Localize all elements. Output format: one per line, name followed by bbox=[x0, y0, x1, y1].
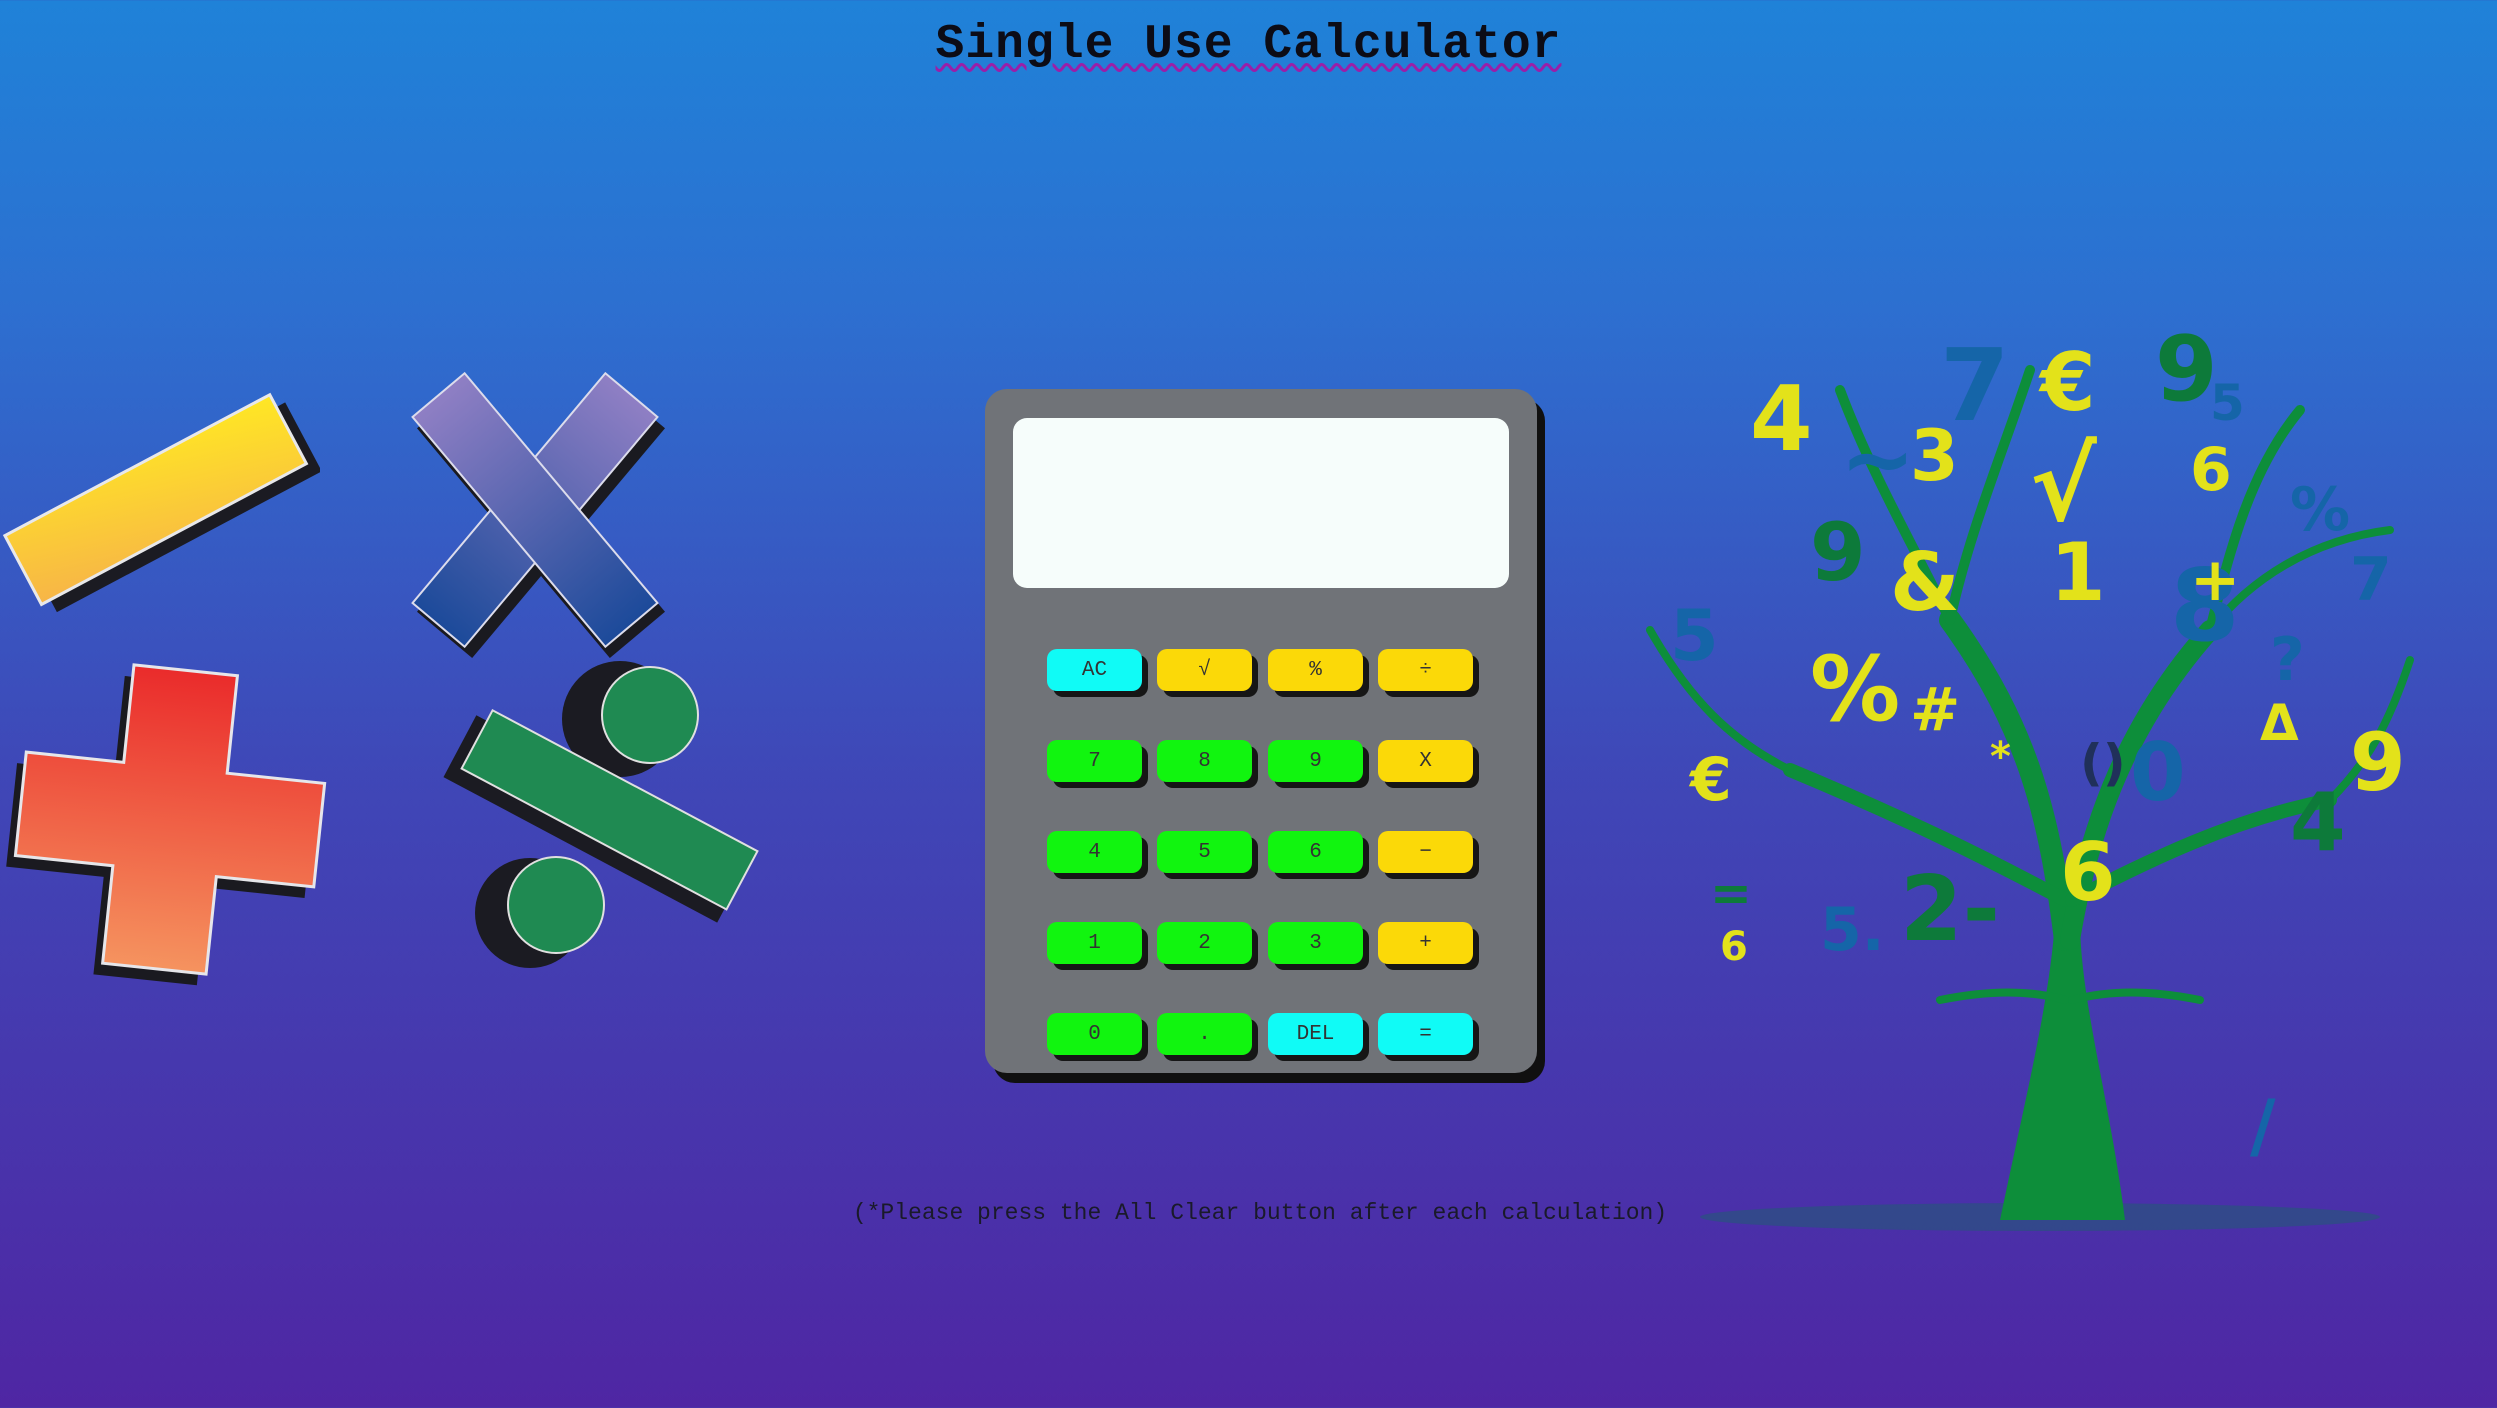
tree-glyph: % bbox=[2290, 475, 2350, 545]
digit-5-button[interactable]: 5 bbox=[1157, 831, 1252, 873]
tree-glyph: / bbox=[2250, 1085, 2276, 1167]
subtract-button[interactable]: − bbox=[1378, 831, 1473, 873]
tree-glyph: 5. bbox=[1820, 895, 1885, 965]
tree-glyph: 0 bbox=[2130, 726, 2186, 819]
tree-glyph: 6 bbox=[2190, 435, 2232, 505]
digit-2-button[interactable]: 2 bbox=[1157, 922, 1252, 964]
tree-glyph: 7 bbox=[2350, 545, 2392, 615]
digit-1-button[interactable]: 1 bbox=[1047, 922, 1142, 964]
tree-glyph: 6 bbox=[1720, 924, 1748, 970]
add-button[interactable]: + bbox=[1378, 922, 1473, 964]
digit-0-button[interactable]: 0 bbox=[1047, 1013, 1142, 1055]
minus-sign-icon bbox=[2, 392, 320, 613]
tree-glyph: 9 bbox=[1810, 506, 1866, 599]
multiply-sign-icon bbox=[411, 371, 665, 659]
digit-4-button[interactable]: 4 bbox=[1047, 831, 1142, 873]
all-clear-instruction-note: (*Please press the All Clear button afte… bbox=[852, 1200, 1668, 1226]
tree-glyph: % bbox=[1810, 637, 1900, 742]
plus-sign-icon bbox=[6, 663, 327, 986]
page-title: Single Use Calculator bbox=[935, 18, 1562, 72]
tree-glyph: 9 bbox=[2155, 317, 2218, 422]
divide-button[interactable]: ÷ bbox=[1378, 649, 1473, 691]
equals-button[interactable]: = bbox=[1378, 1013, 1473, 1055]
delete-button[interactable]: DEL bbox=[1268, 1013, 1363, 1055]
decimal-point-button[interactable]: . bbox=[1157, 1013, 1252, 1055]
tree-glyph: 1 bbox=[2050, 526, 2106, 619]
percent-button[interactable]: % bbox=[1268, 649, 1363, 691]
digit-6-button[interactable]: 6 bbox=[1268, 831, 1363, 873]
tree-glyph: 5 bbox=[2210, 374, 2245, 432]
digit-7-button[interactable]: 7 bbox=[1047, 740, 1142, 782]
tree-glyph: * bbox=[1990, 734, 2011, 780]
tree-glyph: € bbox=[1688, 745, 1732, 815]
tree-glyph: 3 bbox=[1910, 415, 1959, 497]
tree-glyph: = bbox=[1710, 864, 1752, 922]
square-root-button[interactable]: √ bbox=[1157, 649, 1252, 691]
calculator-display bbox=[1013, 418, 1509, 588]
page-title-wrap: Single Use Calculator bbox=[0, 18, 2497, 72]
tree-glyph: ~ bbox=[1840, 407, 1915, 512]
tree-glyph: 9 bbox=[2350, 716, 2406, 809]
tree-glyph: 4 bbox=[1750, 367, 1813, 472]
all-clear-button[interactable]: AC bbox=[1047, 649, 1142, 691]
tree-glyph: & bbox=[1890, 536, 1960, 629]
tree-glyph: # bbox=[1910, 675, 1960, 745]
tree-glyph: 6 bbox=[2060, 826, 2116, 919]
tree-glyph: 5 bbox=[1670, 595, 1719, 677]
percent-sign-icon bbox=[443, 661, 759, 968]
tree-glyph: 2- bbox=[1900, 857, 2000, 962]
tree-glyph: + bbox=[2190, 545, 2240, 615]
tree-glyph: Δ bbox=[2260, 694, 2299, 752]
digit-3-button[interactable]: 3 bbox=[1268, 922, 1363, 964]
calculator: AC √% ÷ 7 8 9 X 4 5 6− 1 2 3 +0. DEL = bbox=[985, 389, 1537, 1073]
tree-glyph: € bbox=[2038, 336, 2096, 429]
tree-glyph: 4 bbox=[2290, 776, 2346, 869]
digit-8-button[interactable]: 8 bbox=[1157, 740, 1252, 782]
digit-9-button[interactable]: 9 bbox=[1268, 740, 1363, 782]
multiply-button[interactable]: X bbox=[1378, 740, 1473, 782]
tree-glyph: () bbox=[2080, 734, 2126, 792]
tree-glyph: ? bbox=[2270, 625, 2305, 695]
math-symbol-tree-illustration: 4 7 €95~3 √ 69 & 1 8% #*() 0Δ 946=5. 2-6€7%+?/5 bbox=[1646, 317, 2414, 1231]
